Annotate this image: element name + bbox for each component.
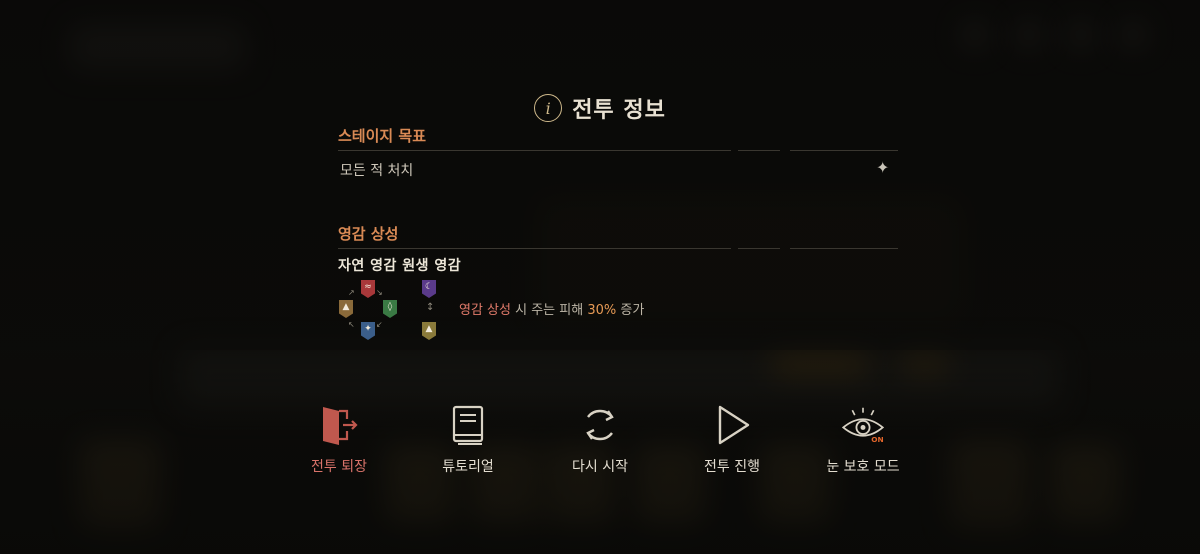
- affinity-header: 영감 상성: [338, 225, 399, 243]
- on-badge: ON: [871, 435, 883, 444]
- affinity-diagram: ≈ ◊ ✦ ▲ ↗ ↘ ↙ ↖ ☾ ↕ ▲: [336, 278, 456, 348]
- divider: [338, 150, 731, 151]
- eye-care-mode-button[interactable]: ON 눈 보호 모드: [803, 402, 923, 482]
- play-icon: [709, 402, 755, 448]
- eye-icon: ON: [840, 402, 886, 448]
- eye-care-mode-label: 눈 보호 모드: [826, 459, 900, 475]
- restart-label: 다시 시작: [572, 459, 628, 475]
- affinity-highlight: 영감 상성: [459, 303, 511, 318]
- arrow-icon: ↘: [376, 288, 383, 297]
- restart-button[interactable]: 다시 시작: [540, 402, 660, 482]
- dim-overlay: [0, 0, 1200, 350]
- book-icon: [445, 402, 491, 448]
- resume-battle-label: 전투 진행: [704, 459, 760, 475]
- leaf-emblem-icon: ◊: [383, 300, 397, 318]
- affinity-desc-text: 증가: [616, 303, 645, 318]
- star-emblem-icon: ✦: [361, 322, 375, 340]
- divider: [790, 248, 898, 249]
- affinity-desc-text: 시 주는 피해: [510, 303, 588, 318]
- mountain-emblem-icon: ▲: [422, 322, 436, 340]
- arrow-icon: ↗: [348, 288, 355, 297]
- info-icon: i: [534, 94, 563, 122]
- resume-battle-button[interactable]: 전투 진행: [672, 402, 792, 482]
- exit-door-icon: [316, 402, 362, 448]
- exit-battle-label: 전투 퇴장: [311, 459, 367, 475]
- stage-goal-header: 스테이지 목표: [338, 127, 427, 145]
- damage-percent: 30%: [587, 303, 617, 318]
- dialog-header: i 전투 정보: [0, 88, 1200, 128]
- arrow-icon: ↙: [376, 320, 383, 329]
- divider: [790, 150, 898, 151]
- divider: [738, 248, 780, 249]
- sparkle-icon: ✦: [876, 158, 890, 177]
- tutorial-button[interactable]: 튜토리얼: [408, 402, 528, 482]
- arrow-icon: ↕: [426, 302, 435, 313]
- flame-emblem-icon: ≈: [361, 280, 375, 298]
- tower-emblem-icon: ▲: [339, 300, 353, 318]
- moon-emblem-icon: ☾: [422, 280, 436, 298]
- affinity-types-label: 자연 영감 원생 영감: [338, 258, 462, 274]
- tutorial-label: 튜토리얼: [442, 459, 494, 475]
- arrow-icon: ↖: [348, 320, 355, 329]
- divider: [738, 150, 780, 151]
- stage-objective: 모든 적 처치: [340, 163, 414, 179]
- refresh-icon: [577, 402, 623, 448]
- affinity-description: 영감 상성 시 주는 피해 30% 증가: [459, 299, 644, 318]
- divider: [338, 248, 731, 249]
- exit-battle-button[interactable]: 전투 퇴장: [279, 402, 399, 482]
- page-title: 전투 정보: [572, 98, 666, 123]
